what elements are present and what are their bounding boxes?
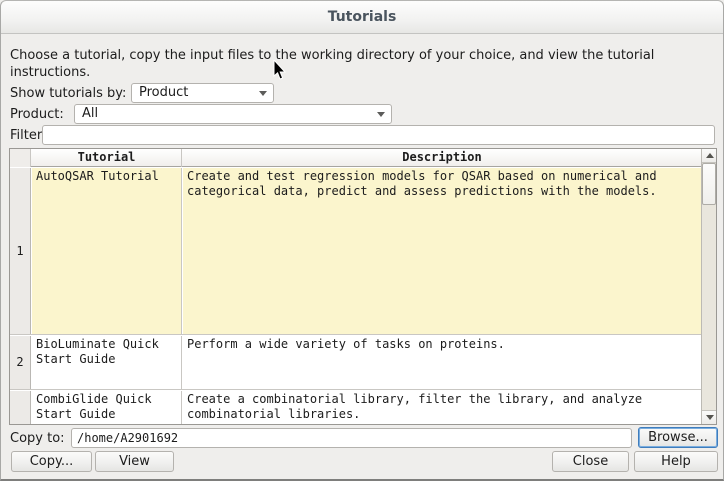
tutorials-dialog: Tutorials Choose a tutorial, copy the in… xyxy=(0,0,724,481)
tutorials-table: Tutorial Description 1 AutoQSAR Tutorial… xyxy=(9,148,717,425)
copy-to-label: Copy to: xyxy=(10,429,65,448)
close-button[interactable]: Close xyxy=(552,451,629,472)
description-cell[interactable]: Create a combinatorial library, filter t… xyxy=(183,391,701,425)
show-tutorials-by-value: Product xyxy=(139,85,188,100)
show-tutorials-by-select[interactable]: Product xyxy=(131,83,274,103)
row-number xyxy=(10,391,31,425)
scroll-up-arrow-icon xyxy=(706,153,714,158)
view-button[interactable]: View xyxy=(95,451,174,472)
chevron-down-icon xyxy=(377,112,385,117)
filter-input[interactable] xyxy=(42,125,715,145)
scrollbar-thumb[interactable] xyxy=(702,163,716,205)
show-tutorials-by-label: Show tutorials by: xyxy=(10,84,126,103)
table-row[interactable]: 1 AutoQSAR Tutorial Create and test regr… xyxy=(10,168,701,335)
product-select[interactable]: All xyxy=(74,104,392,124)
description-column-header[interactable]: Description xyxy=(183,149,701,167)
row-number-header[interactable] xyxy=(10,149,31,167)
scroll-up-button[interactable] xyxy=(702,149,717,163)
scroll-down-arrow-icon xyxy=(706,415,714,420)
table-header: Tutorial Description xyxy=(10,149,701,167)
table-row[interactable]: CombiGlide Quick Start Guide Create a co… xyxy=(10,391,701,425)
copy-to-input[interactable]: /home/A2901692 xyxy=(71,428,632,448)
scroll-down-button[interactable] xyxy=(702,410,717,424)
description-cell[interactable]: Create and test regression models for QS… xyxy=(183,168,701,334)
filter-label: Filter: xyxy=(10,126,46,145)
tutorial-column-header[interactable]: Tutorial xyxy=(32,149,182,167)
table-row[interactable]: 2 BioLuminate Quick Start Guide Perform … xyxy=(10,336,701,390)
browse-button[interactable]: Browse... xyxy=(638,427,718,448)
chevron-down-icon xyxy=(259,91,267,96)
help-button[interactable]: Help xyxy=(634,451,718,472)
product-label: Product: xyxy=(10,105,64,124)
product-value: All xyxy=(82,106,98,121)
row-number: 2 xyxy=(10,336,31,389)
intro-text: Choose a tutorial, copy the input files … xyxy=(10,47,700,81)
tutorial-cell[interactable]: CombiGlide Quick Start Guide xyxy=(32,391,182,425)
title-bar[interactable]: Tutorials xyxy=(1,1,723,34)
tutorial-cell[interactable]: AutoQSAR Tutorial xyxy=(32,168,182,334)
row-number: 1 xyxy=(10,168,31,334)
description-cell[interactable]: Perform a wide variety of tasks on prote… xyxy=(183,336,701,389)
window-title: Tutorials xyxy=(328,9,397,25)
tutorial-cell[interactable]: BioLuminate Quick Start Guide xyxy=(32,336,182,389)
copy-button[interactable]: Copy... xyxy=(11,451,92,472)
vertical-scrollbar[interactable] xyxy=(701,149,716,424)
